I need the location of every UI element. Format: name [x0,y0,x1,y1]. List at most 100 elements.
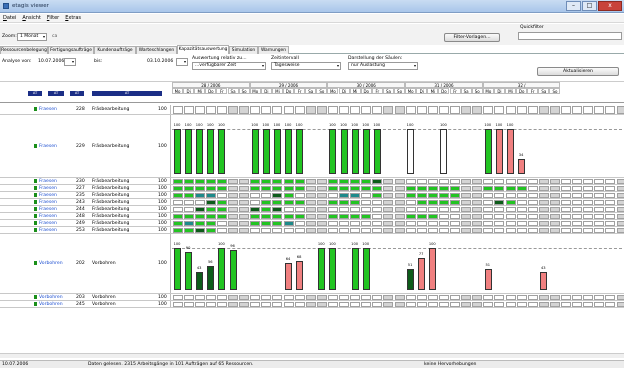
capacity-cell[interactable] [350,106,361,114]
capacity-cell[interactable] [205,179,216,184]
capacity-cell[interactable] [239,207,250,212]
capacity-bar[interactable] [185,252,193,290]
capacity-cell[interactable] [272,186,283,191]
capacity-cell[interactable] [250,186,261,191]
capacity-cell[interactable] [605,200,616,205]
capacity-cell[interactable] [594,221,605,226]
column-header-2[interactable]: AT [48,91,64,96]
capacity-cell[interactable] [461,228,472,233]
group-label[interactable]: Vorbohren [39,295,63,300]
capacity-cell[interactable] [339,295,350,300]
capacity-cell[interactable] [538,186,549,191]
capacity-cell[interactable] [239,186,250,191]
capacity-cell[interactable] [361,295,372,300]
capacity-cell[interactable] [438,200,449,205]
capacity-cell[interactable] [427,179,438,184]
capacity-cell[interactable] [583,228,594,233]
calendar-from-button[interactable]: ▾ [64,58,76,66]
capacity-cell[interactable] [438,221,449,226]
capacity-cell[interactable] [605,295,616,300]
capacity-cell[interactable] [383,186,394,191]
maximize-button[interactable]: □ [582,1,597,11]
capacity-cell[interactable] [505,179,516,184]
capacity-cell[interactable] [339,221,350,226]
capacity-cell[interactable] [472,221,483,226]
capacity-cell[interactable] [527,221,538,226]
capacity-cell[interactable] [494,193,505,198]
capacity-cell[interactable] [572,214,583,219]
group-label[interactable]: Fraesen [39,228,57,233]
capacity-cell[interactable] [216,193,227,198]
capacity-cell[interactable] [183,228,194,233]
capacity-cell[interactable] [516,200,527,205]
capacity-cell[interactable] [494,186,505,191]
capacity-cell[interactable] [572,207,583,212]
capacity-cell[interactable] [483,214,494,219]
capacity-cell[interactable] [205,186,216,191]
capacity-cell[interactable] [427,186,438,191]
capacity-cell[interactable] [272,179,283,184]
capacity-cell[interactable] [438,302,449,307]
capacity-cell[interactable] [205,214,216,219]
capacity-cell[interactable] [239,179,250,184]
capacity-cell[interactable] [549,106,560,114]
group-link[interactable]: Fraesen [34,206,57,212]
capacity-bar[interactable] [351,129,359,174]
capacity-cell[interactable] [194,186,205,191]
capacity-bar[interactable] [540,271,548,290]
capacity-cell[interactable] [438,295,449,300]
capacity-cell[interactable] [327,214,338,219]
capacity-bar[interactable] [174,248,182,290]
capacity-bar[interactable] [318,248,326,290]
capacity-cell[interactable] [316,193,327,198]
capacity-cell[interactable] [527,214,538,219]
capacity-cell[interactable] [350,179,361,184]
capacity-cell[interactable] [361,214,372,219]
capacity-cell[interactable] [549,193,560,198]
capacity-cell[interactable] [239,228,250,233]
capacity-bar[interactable] [285,263,293,290]
capacity-cell[interactable] [216,214,227,219]
capacity-cell[interactable] [427,221,438,226]
menu-datei[interactable]: Datei [0,14,19,22]
table-row[interactable]: Fraesen 228 Fräsbearbeitung 100 [0,105,624,115]
capacity-cell[interactable] [205,221,216,226]
capacity-cell[interactable] [561,193,572,198]
table-row[interactable]: Vorbohren 202 Vorbohren 100 100 90 43 56 100 96 64… [0,234,624,294]
tab-warteschlangen[interactable]: Warteschlangen [136,46,177,54]
capacity-cell[interactable] [416,302,427,307]
capacity-cell[interactable] [261,200,272,205]
capacity-cell[interactable] [183,186,194,191]
capacity-cell[interactable] [305,106,316,114]
capacity-cell[interactable] [350,193,361,198]
capacity-cell[interactable] [283,228,294,233]
group-link[interactable]: Fraesen [34,107,57,112]
capacity-bar[interactable] [329,248,337,290]
capacity-cell[interactable] [416,179,427,184]
capacity-cell[interactable] [394,228,405,233]
capacity-cell[interactable] [427,302,438,307]
capacity-cell[interactable] [516,214,527,219]
capacity-cell[interactable] [172,186,183,191]
capacity-cell[interactable] [405,207,416,212]
capacity-cell[interactable] [616,228,624,233]
analysis-to-date[interactable]: 03.10.2006 [147,59,173,64]
group-label[interactable]: Vorbohren [39,302,63,307]
capacity-cell[interactable] [538,295,549,300]
capacity-cell[interactable] [272,228,283,233]
capacity-cell[interactable] [172,295,183,300]
capacity-cell[interactable] [239,221,250,226]
capacity-cell[interactable] [339,193,350,198]
capacity-cell[interactable] [172,207,183,212]
capacity-cell[interactable] [327,207,338,212]
capacity-cell[interactable] [583,186,594,191]
capacity-cell[interactable] [527,228,538,233]
capacity-cell[interactable] [605,193,616,198]
capacity-cell[interactable] [194,106,205,114]
capacity-cell[interactable] [205,295,216,300]
capacity-cell[interactable] [483,207,494,212]
capacity-bar[interactable] [262,129,270,174]
capacity-cell[interactable] [294,214,305,219]
capacity-cell[interactable] [416,193,427,198]
capacity-cell[interactable] [228,214,239,219]
